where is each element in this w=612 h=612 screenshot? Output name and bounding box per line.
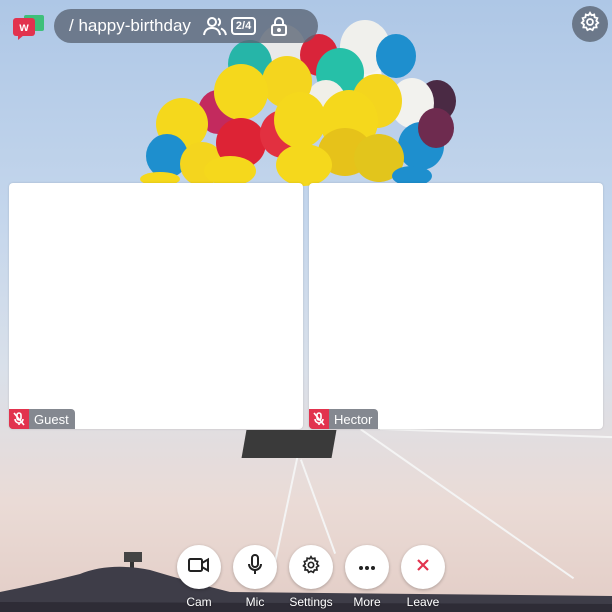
more-control: More: [345, 545, 389, 609]
video-tile-guest[interactable]: Guest: [9, 183, 303, 429]
mic-muted-icon: [9, 409, 29, 429]
video-tile-hector[interactable]: Hector: [309, 183, 603, 429]
settings-control: Settings: [289, 545, 333, 609]
leave-label: Leave: [406, 595, 440, 609]
basket: [241, 430, 337, 458]
participant-name: Hector: [334, 411, 373, 427]
participant-count-badge: 2/4: [230, 17, 257, 35]
camera-icon: [188, 557, 210, 578]
more-dots-icon: [358, 558, 376, 576]
settings-label: Settings: [289, 595, 333, 609]
gear-icon: [579, 10, 601, 38]
call-controls: Cam Mic Settings More Leave: [177, 545, 445, 609]
more-label: More: [353, 595, 381, 609]
leave-control: Leave: [401, 545, 445, 609]
close-icon: [417, 558, 429, 576]
participant-name-tag: Hector: [309, 409, 379, 429]
lock-icon[interactable]: [270, 16, 288, 36]
room-info-bar: / happy-birthday 2/4: [54, 9, 318, 43]
cam-control: Cam: [177, 545, 221, 609]
svg-text:w: w: [18, 20, 29, 34]
participant-name-tag: Guest: [9, 409, 75, 429]
gear-icon: [301, 554, 321, 580]
participant-name: Guest: [34, 411, 69, 427]
mic-control: Mic: [233, 545, 277, 609]
microphone-icon: [247, 553, 263, 581]
top-settings-button[interactable]: [572, 6, 608, 42]
more-button[interactable]: [345, 545, 389, 589]
mic-button[interactable]: [233, 545, 277, 589]
logo-icon[interactable]: w: [12, 14, 46, 40]
mic-muted-icon: [309, 409, 329, 429]
mic-label: Mic: [245, 595, 265, 609]
leave-button[interactable]: [401, 545, 445, 589]
cam-button[interactable]: [177, 545, 221, 589]
people-icon: [202, 16, 227, 36]
room-name: / happy-birthday: [69, 16, 191, 35]
cam-label: Cam: [186, 595, 212, 609]
settings-button[interactable]: [289, 545, 333, 589]
